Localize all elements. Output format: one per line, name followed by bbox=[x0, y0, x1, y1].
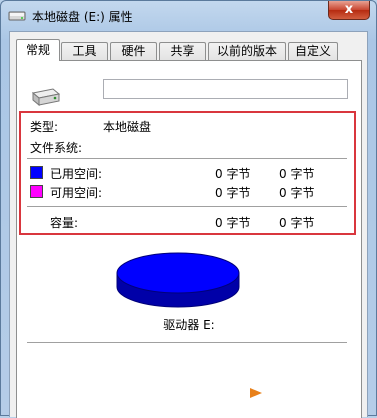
used-space-swatch bbox=[30, 166, 43, 179]
capacity-bytes: 0 字节 bbox=[215, 216, 251, 230]
watermark: 创新互联 bbox=[238, 377, 370, 409]
capacity-label: 容量: bbox=[50, 216, 79, 230]
pie-slice-used bbox=[116, 252, 240, 294]
title-bar[interactable]: 本地磁盘 (E:) 属性 x bbox=[1, 1, 376, 31]
tab-sharing[interactable]: 共享 bbox=[159, 42, 206, 60]
hard-drive-icon bbox=[31, 88, 61, 107]
tab-customize[interactable]: 自定义 bbox=[288, 42, 338, 60]
watermark-text: 创新互联 bbox=[278, 386, 347, 405]
used-space-label: 已用空间: bbox=[50, 167, 103, 181]
window-title: 本地磁盘 (E:) 属性 bbox=[32, 10, 133, 24]
type-label: 类型: bbox=[30, 120, 59, 134]
filesystem-label: 文件系统: bbox=[30, 141, 83, 155]
separator bbox=[27, 342, 347, 343]
drive-icon bbox=[8, 11, 26, 21]
dialog-client: 常规 工具 硬件 共享 以前的版本 自定义 类型: 本地磁盘 文件系统: 已用空… bbox=[9, 31, 368, 418]
tab-general[interactable]: 常规 bbox=[16, 39, 60, 61]
free-space-label: 可用空间: bbox=[50, 186, 103, 200]
close-button[interactable]: x bbox=[328, 1, 370, 20]
separator bbox=[27, 206, 347, 207]
separator bbox=[27, 158, 347, 159]
volume-name-input[interactable] bbox=[103, 79, 348, 99]
tab-hardware[interactable]: 硬件 bbox=[110, 42, 157, 60]
free-space-size: 0 字节 bbox=[279, 186, 315, 200]
properties-window: 本地磁盘 (E:) 属性 x 常规 工具 硬件 共享 以前的版本 自定义 类型:… bbox=[0, 0, 377, 418]
tab-previous-versions[interactable]: 以前的版本 bbox=[208, 42, 286, 60]
tab-tools[interactable]: 工具 bbox=[61, 42, 108, 60]
used-space-bytes: 0 字节 bbox=[215, 167, 251, 181]
type-value: 本地磁盘 bbox=[103, 120, 152, 134]
drive-label: 驱动器 E: bbox=[163, 318, 215, 332]
capacity-size: 0 字节 bbox=[279, 216, 315, 230]
general-panel: 类型: 本地磁盘 文件系统: 已用空间: 0 字节 0 字节 可用空间: 0 字… bbox=[16, 60, 362, 418]
brand-logo-icon bbox=[242, 379, 270, 407]
free-space-bytes: 0 字节 bbox=[215, 186, 251, 200]
used-space-size: 0 字节 bbox=[279, 167, 315, 181]
disk-usage-pie bbox=[116, 252, 240, 308]
free-space-swatch bbox=[30, 185, 43, 198]
